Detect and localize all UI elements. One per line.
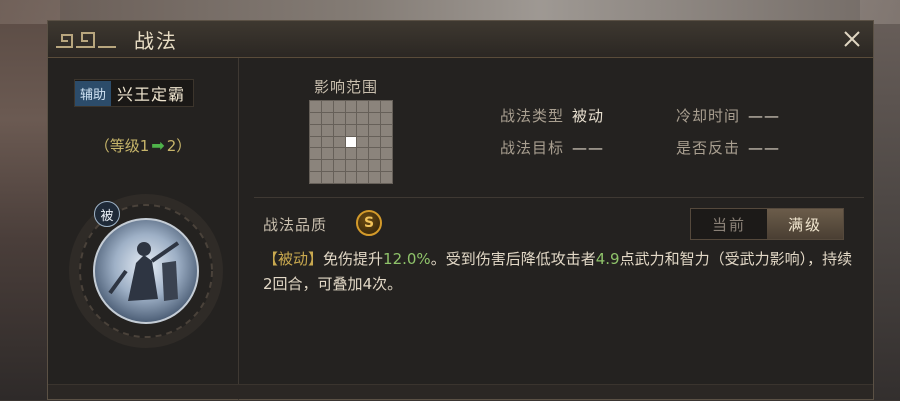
range-cell (381, 172, 392, 183)
level-from: （等级1 (94, 137, 150, 155)
range-cell (345, 124, 357, 136)
range-cell (310, 136, 321, 148)
range-grid (309, 100, 393, 184)
description-part1: 免伤提升 (323, 250, 384, 268)
counterattack-label: 是否反击 (676, 139, 741, 157)
range-cell (345, 148, 357, 160)
range-cell (357, 160, 369, 172)
section-divider (254, 197, 864, 198)
tactic-type: 战法类型 被动 (500, 105, 604, 126)
passive-badge: 被 (94, 201, 120, 227)
range-label: 影响范围 (314, 78, 379, 96)
cooldown: 冷却时间 —— (676, 105, 780, 126)
level-indicator: （等级1 ➡ 2） (48, 135, 238, 156)
description-value4: 4 (362, 275, 373, 293)
title-bar: 战法 (48, 21, 873, 58)
quality-s-icon: S (356, 210, 382, 236)
tactic-description: 【被动】免伤提升12.0%。受到伤害后降低攻击者4.9点武力和智力（受武力影响）… (263, 247, 853, 297)
panel-footer (48, 384, 873, 399)
range-cell (345, 160, 357, 172)
range-cell (333, 148, 345, 160)
range-cell (369, 160, 381, 172)
range-cell (381, 101, 392, 112)
title-ornament-icon (56, 32, 116, 48)
range-cell (321, 148, 333, 160)
counterattack: 是否反击 —— (676, 137, 780, 158)
range-cell (381, 124, 392, 136)
range-cell (310, 160, 321, 172)
role-tag: 辅助 (75, 80, 112, 106)
close-icon (844, 31, 860, 47)
range-cell (357, 124, 369, 136)
tactic-name: 兴王定霸 (117, 85, 186, 104)
hero-column: 辅助 兴王定霸 （等级1 ➡ 2） 被 (48, 58, 239, 401)
range-cell (345, 101, 357, 112)
range-cell (310, 172, 321, 183)
range-cell (333, 160, 345, 172)
range-cell (333, 101, 345, 112)
range-cell (369, 148, 381, 160)
range-cell (369, 124, 381, 136)
range-cell (310, 148, 321, 160)
range-cell (321, 160, 333, 172)
window-title: 战法 (134, 29, 178, 53)
cooldown-value: —— (748, 107, 781, 125)
description-value1: 12.0% (383, 250, 431, 268)
arrow-right-icon: ➡ (151, 136, 165, 155)
range-cell (321, 136, 333, 148)
tactic-portrait (69, 194, 223, 348)
range-cell (321, 101, 333, 112)
cooldown-label: 冷却时间 (676, 107, 741, 125)
range-cell (333, 124, 345, 136)
toggle-current[interactable]: 当前 (691, 209, 767, 239)
range-cell (310, 124, 321, 136)
close-button[interactable] (839, 26, 865, 52)
range-cell (310, 101, 321, 112)
range-cell (369, 172, 381, 183)
tactic-target-label: 战法目标 (500, 139, 565, 157)
description-part5: 次。 (372, 275, 403, 293)
range-cell (369, 112, 381, 124)
hero-name-plate: 辅助 兴王定霸 (74, 79, 195, 107)
range-cell (357, 112, 369, 124)
range-cell (381, 160, 392, 172)
counterattack-value: —— (748, 139, 781, 157)
range-cell (381, 148, 392, 160)
range-cell (357, 136, 369, 148)
toggle-max[interactable]: 满级 (767, 209, 843, 239)
range-cell (321, 112, 333, 124)
tactic-panel: 战法 辅助 兴王定霸 （等级1 ➡ 2） 被 影响范围 战法类型 被动 冷却时间… (47, 20, 874, 401)
range-cell (333, 112, 345, 124)
range-cell (333, 136, 345, 148)
quality-label: 战法品质 (263, 216, 328, 234)
description-value2: 4.9 (595, 250, 620, 268)
tactic-target-value: —— (572, 139, 605, 157)
description-tag: 【被动】 (263, 250, 324, 268)
range-cell (369, 101, 381, 112)
range-cell (357, 148, 369, 160)
range-cell (357, 101, 369, 112)
range-cell (357, 172, 369, 183)
range-cell (345, 112, 357, 124)
description-value3: 2 (263, 275, 273, 293)
range-cell (381, 112, 392, 124)
tactic-target: 战法目标 —— (500, 137, 604, 158)
description-part2: 。受到伤害后降低攻击者 (430, 250, 596, 268)
tactic-type-label: 战法类型 (500, 107, 565, 125)
tactic-type-value: 被动 (572, 107, 605, 125)
range-cell (369, 136, 381, 148)
range-cell (321, 124, 333, 136)
range-cell (333, 172, 345, 183)
description-part3: 点武力和智力（受武力影响），持续 (619, 250, 853, 268)
range-cell-center (345, 136, 357, 148)
description-part4: 回合，可叠加 (272, 275, 363, 293)
level-toggle: 当前 满级 (690, 208, 844, 240)
range-cell (345, 172, 357, 183)
level-to: 2） (166, 137, 192, 155)
range-cell (381, 136, 392, 148)
range-cell (310, 112, 321, 124)
range-cell (321, 172, 333, 183)
